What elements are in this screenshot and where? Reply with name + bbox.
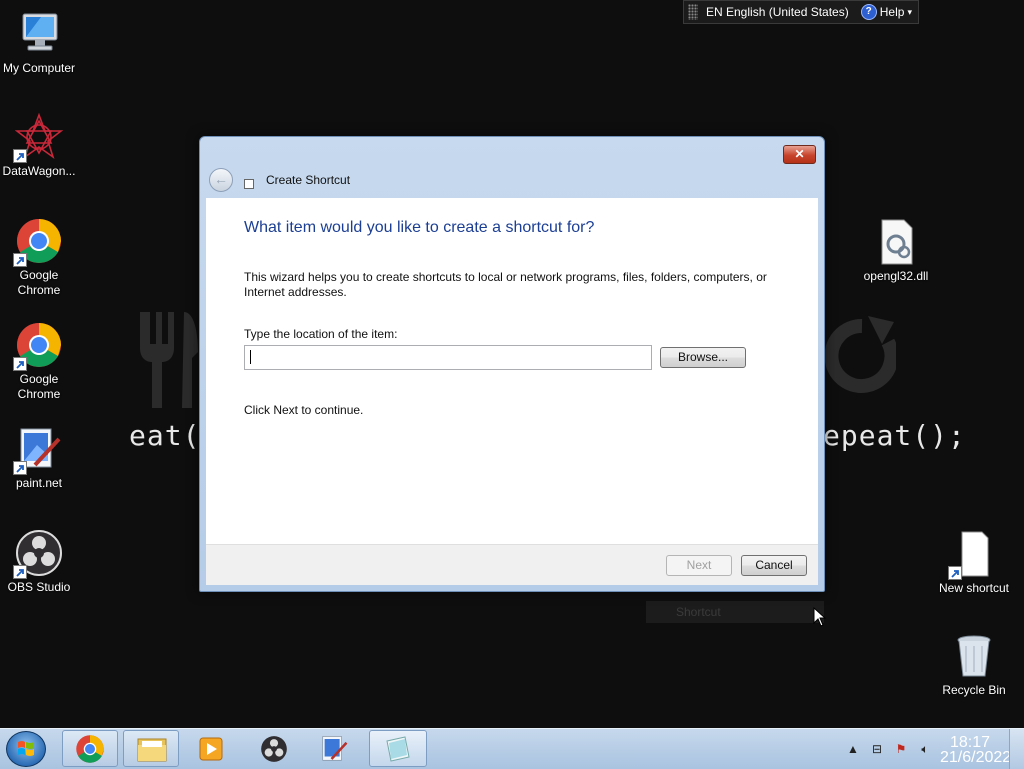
desktop-icon-new-shortcut[interactable]: New shortcut (936, 530, 1012, 596)
help-icon[interactable]: ? (860, 4, 877, 20)
media-player-icon (199, 737, 223, 761)
language-indicator[interactable]: EN English (United States) (706, 5, 849, 19)
close-button[interactable]: ✕ (783, 145, 816, 164)
ghost-shortcut-label: Shortcut (646, 601, 824, 623)
browse-button[interactable]: Browse... (660, 347, 746, 368)
desktop-icon-google-chrome-2[interactable]: Google Chrome (1, 321, 77, 402)
desktop-icon-label: New shortcut (938, 581, 1010, 595)
desktop-icon-recycle-bin[interactable]: Recycle Bin (936, 632, 1012, 698)
fork-knife-wallpaper-icon (134, 312, 200, 413)
desktop-icon-label: paint.net (15, 476, 63, 490)
clock-time: 18:17 (949, 734, 991, 751)
show-desktop-button[interactable] (1009, 729, 1024, 769)
desktop-icon-opengl32-dll[interactable]: opengl32.dll (858, 218, 934, 284)
ghost-label-text: Shortcut (676, 605, 721, 619)
create-shortcut-dialog: ✕ ← Create Shortcut What item would you … (199, 136, 825, 592)
shortcut-arrow-icon (13, 149, 27, 163)
grip-icon[interactable] (688, 4, 698, 20)
taskbar-obs[interactable] (258, 733, 290, 765)
notepad-icon (386, 736, 410, 762)
dialog-content: What item would you like to create a sho… (206, 198, 818, 544)
back-arrow-icon: ← (214, 171, 228, 187)
paintnet-icon (322, 736, 348, 761)
taskbar-chrome[interactable] (62, 730, 118, 767)
help-label[interactable]: Help (880, 5, 905, 19)
taskbar-paintnet[interactable] (318, 733, 350, 765)
shortcut-arrow-icon (13, 357, 27, 371)
location-input[interactable] (244, 345, 652, 370)
desktop-icon-my-computer[interactable]: My Computer (1, 10, 77, 76)
language-bar-options-icon[interactable]: ▾ (907, 7, 912, 18)
cancel-button[interactable]: Cancel (741, 555, 807, 576)
computer-icon (15, 10, 63, 58)
desktop-icon-obs-studio[interactable]: OBS Studio (1, 529, 77, 595)
desktop-icon-label: DataWagon... (2, 164, 76, 178)
file-icon (948, 530, 998, 580)
text-caret (250, 350, 251, 364)
desktop-icon-paintnet[interactable]: paint.net (1, 425, 77, 491)
dialog-description: This wizard helps you to create shortcut… (244, 270, 767, 299)
taskbar-explorer[interactable] (123, 730, 179, 767)
location-label: Type the location of the item: (244, 327, 398, 341)
network-icon[interactable]: ⊟ (870, 742, 884, 756)
windows-start-icon[interactable] (6, 731, 46, 767)
chrome-icon (13, 321, 63, 371)
clock-date: 21/6/2022 (940, 749, 1012, 766)
datawagon-icon (13, 112, 64, 163)
desktop-icon-label: OBS Studio (7, 580, 71, 594)
desktop-icon-label: opengl32.dll (863, 269, 929, 283)
volume-icon[interactable]: 🔈︎ (918, 742, 932, 756)
clock[interactable]: 18:17 21/6/2022 (940, 734, 1012, 766)
dll-icon (872, 218, 920, 266)
obs-icon (261, 736, 287, 762)
explorer-icon (137, 738, 167, 762)
next-button[interactable]: Next (666, 555, 732, 576)
shortcut-arrow-icon (948, 566, 962, 580)
mouse-cursor-icon (813, 606, 827, 632)
paintnet-icon (13, 425, 63, 475)
desktop-icon-label: Google Chrome (17, 268, 61, 297)
show-hidden-icons-icon[interactable]: ▲ (846, 742, 860, 756)
language-bar[interactable]: EN English (United States) ? Help ▾ (683, 0, 919, 24)
next-hint-text: Click Next to continue. (244, 403, 364, 417)
action-center-icon[interactable]: ⚑ (894, 742, 908, 756)
wallpaper-text-right: epeat(); (823, 419, 966, 452)
dialog-title: Create Shortcut (266, 173, 351, 187)
obs-icon (13, 529, 63, 579)
desktop-icon-label: Google Chrome (17, 372, 61, 401)
dialog-heading: What item would you like to create a sho… (244, 219, 595, 236)
chrome-icon (13, 217, 63, 267)
back-button[interactable]: ← (209, 168, 233, 192)
wallpaper-text-left: eat( (129, 419, 201, 452)
shortcut-arrow-icon (13, 461, 27, 475)
taskbar-create-shortcut[interactable] (369, 730, 427, 767)
repeat-arrow-wallpaper-icon (822, 316, 899, 399)
recycle-bin-icon (950, 632, 998, 680)
shortcut-arrow-icon (13, 565, 27, 579)
desktop-icon-label: Recycle Bin (942, 683, 1006, 697)
shortcut-title-icon (244, 179, 254, 189)
dialog-footer: Next Cancel (206, 544, 818, 585)
taskbar-media-player[interactable] (196, 733, 226, 765)
desktop-icon-label: My Computer (2, 61, 76, 75)
desktop-icon-google-chrome[interactable]: Google Chrome (1, 217, 77, 298)
desktop-icon-datawagon[interactable]: DataWagon... (1, 112, 77, 179)
taskbar: ▲ ⊟ ⚑ 🔈︎ 18:17 21/6/2022 (0, 728, 1024, 769)
chrome-icon (76, 735, 104, 763)
shortcut-arrow-icon (13, 253, 27, 267)
